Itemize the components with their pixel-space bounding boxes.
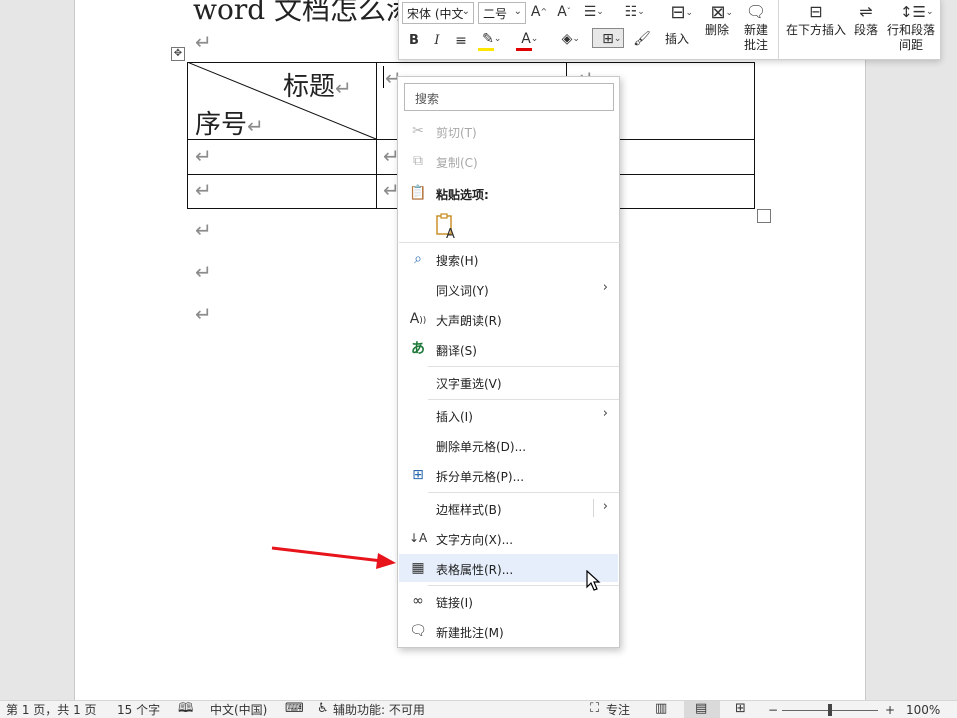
copy-icon: ⧉ [413,153,423,169]
paragraph-mark: ↵ [195,30,212,54]
scissors-icon: ✂ [412,123,424,139]
language[interactable]: 中文(中国) [210,703,267,717]
chevron-right-icon: › [602,280,608,295]
new-comment-icon[interactable]: 🗨 [743,1,769,23]
accessibility-status[interactable]: 辅助功能: 不可用 [333,703,425,717]
chevron-right-icon: › [602,406,608,421]
web-layout-icon[interactable]: ⊞ [735,702,746,716]
proofing-icon[interactable]: 🕮 [178,702,193,716]
line-spacing-label-2[interactable]: 间距 [883,38,939,52]
cell-mark: ↵ [195,144,212,168]
font-color-icon[interactable]: A ⌄ [515,29,538,49]
decrease-font-icon[interactable]: Aˇ [555,2,573,22]
text-cursor [383,66,384,88]
menu-item-text-direction[interactable]: ↓A 文字方向(X)... [399,524,618,552]
mini-toolbar: 宋体 (中文 ⌄ 二号 ⌄ A^ Aˇ ☰ ⌄ ☷ ⌄ B I ≡ ✎ ⌄ A ⌄ ◈ ⌄ ⊞… [398,0,941,60]
paragraph-label[interactable]: 段落 [850,23,882,37]
new-comment-label-2[interactable]: 批注 [739,38,773,52]
clipboard-icon: 📋 [409,185,427,201]
menu-item-cut[interactable]: ✂ 剪切(T) [399,117,618,145]
zoom-in-button[interactable]: + [885,703,895,717]
insert-label[interactable]: 插入 [661,32,693,46]
macro-icon[interactable]: ⌨ [285,702,304,716]
line-spacing-icon[interactable]: ↕☰ ⌄ [896,1,934,23]
menu-item-read-aloud[interactable]: A)) 大声朗读(R) [399,305,618,333]
menu-item-insert[interactable]: 插入(I) › [399,401,618,429]
mouse-cursor-icon [586,570,601,591]
table-properties-icon: ▦ [411,560,425,576]
numbering-icon[interactable]: ☷ ⌄ [618,2,645,22]
menu-item-split-cells[interactable]: ⊞ 拆分单元格(P)... [399,461,618,489]
cell-mark: ↵ [195,178,212,202]
font-size-select[interactable]: 二号 ⌄ [478,2,526,24]
new-comment-label-1[interactable]: 新建 [739,23,773,37]
svg-text:A: A [446,227,455,239]
menu-item-copy[interactable]: ⧉ 复制(C) [399,147,618,175]
red-arrow-annotation [271,546,396,569]
paragraph-mark: ↵ [195,302,212,326]
menu-item-border-styles[interactable]: 边框样式(B) › [399,494,618,522]
text-direction-icon: ↓A [409,531,428,545]
highlight-color-bar [478,48,494,51]
paragraph-mark: ↵ [195,218,212,242]
accessibility-icon[interactable]: ♿ [317,702,329,716]
split-cells-icon: ⊞ [412,467,424,483]
focus-icon[interactable]: ⛶ [590,702,599,716]
menu-item-search[interactable]: ⌕ 搜索(H) [399,245,618,273]
menu-search-input[interactable]: 搜索 [404,83,614,111]
line-spacing-label-1[interactable]: 行和段落 [883,23,939,37]
delete-icon[interactable]: ⊠ ⌄ [703,1,733,25]
document-title-text: word 文档怎么添 [193,0,415,26]
new-comment-icon: 🗨 [409,623,427,639]
zoom-slider-thumb[interactable] [828,704,832,716]
insert-below-label[interactable]: 在下方插入 [783,23,849,37]
borders-icon[interactable]: ⊞ ⌄ [592,28,624,48]
bold-button[interactable]: B [407,31,421,51]
format-painter-icon[interactable]: 🖌 [633,29,651,49]
paragraph-icon[interactable]: ⇌ [853,1,879,23]
menu-item-translate[interactable]: あ 翻译(S) [399,335,618,363]
read-mode-icon[interactable]: ▥ [655,702,667,716]
context-menu: 搜索 ✂ 剪切(T) ⧉ 复制(C) 📋 粘贴选项: A ⌕ 搜索(H) 同义词… [397,76,620,648]
delete-label[interactable]: 删除 [701,23,733,37]
zoom-out-button[interactable]: − [768,703,778,717]
font-color-bar [516,48,532,51]
center-align-icon[interactable]: ≡ [452,31,470,51]
diag-header-bottom: 序号↵ [195,110,264,140]
menu-item-synonyms[interactable]: 同义词(Y) › [399,275,618,303]
paste-keep-text-only-icon[interactable]: A [434,213,460,239]
page-info[interactable]: 第 1 页，共 1 页 [6,703,97,717]
shading-icon[interactable]: ◈ ⌄ [554,29,580,49]
status-bar: 第 1 页，共 1 页 15 个字 🕮 中文(中国) ⌨ ♿ 辅助功能: 不可用… [0,700,957,718]
diag-header-top: 标题↵ [283,72,352,102]
focus-label[interactable]: 专注 [606,703,630,717]
print-layout-icon[interactable]: ▤ [695,702,707,716]
table-resize-handle[interactable] [757,209,771,223]
link-icon: ∞ [412,593,424,609]
search-icon: ⌕ [414,251,422,267]
paragraph-mark: ↵ [195,260,212,284]
insert-icon[interactable]: ⊟ ⌄ [663,1,693,25]
menu-item-delete-cells[interactable]: 删除单元格(D)... [399,431,618,459]
zoom-level[interactable]: 100% [906,703,940,717]
increase-font-icon[interactable]: A^ [530,2,548,22]
translate-icon: あ [411,341,425,357]
menu-item-new-comment[interactable]: 🗨 新建批注(M) [399,617,618,645]
chevron-right-icon[interactable]: › [603,499,608,514]
table-move-handle[interactable]: ✥ [171,47,185,61]
menu-item-paste-options: 📋 粘贴选项: [409,185,489,202]
bullets-icon[interactable]: ☰ ⌄ [578,2,604,22]
read-aloud-icon: A)) [409,311,427,327]
italic-button[interactable]: I [430,31,444,51]
highlight-icon[interactable]: ✎ ⌄ [477,29,501,49]
word-count[interactable]: 15 个字 [117,703,160,717]
menu-item-reconvert[interactable]: 汉字重选(V) [399,368,618,396]
font-name-select[interactable]: 宋体 (中文 ⌄ [402,2,474,24]
insert-below-icon[interactable]: ⊟ [803,1,829,23]
